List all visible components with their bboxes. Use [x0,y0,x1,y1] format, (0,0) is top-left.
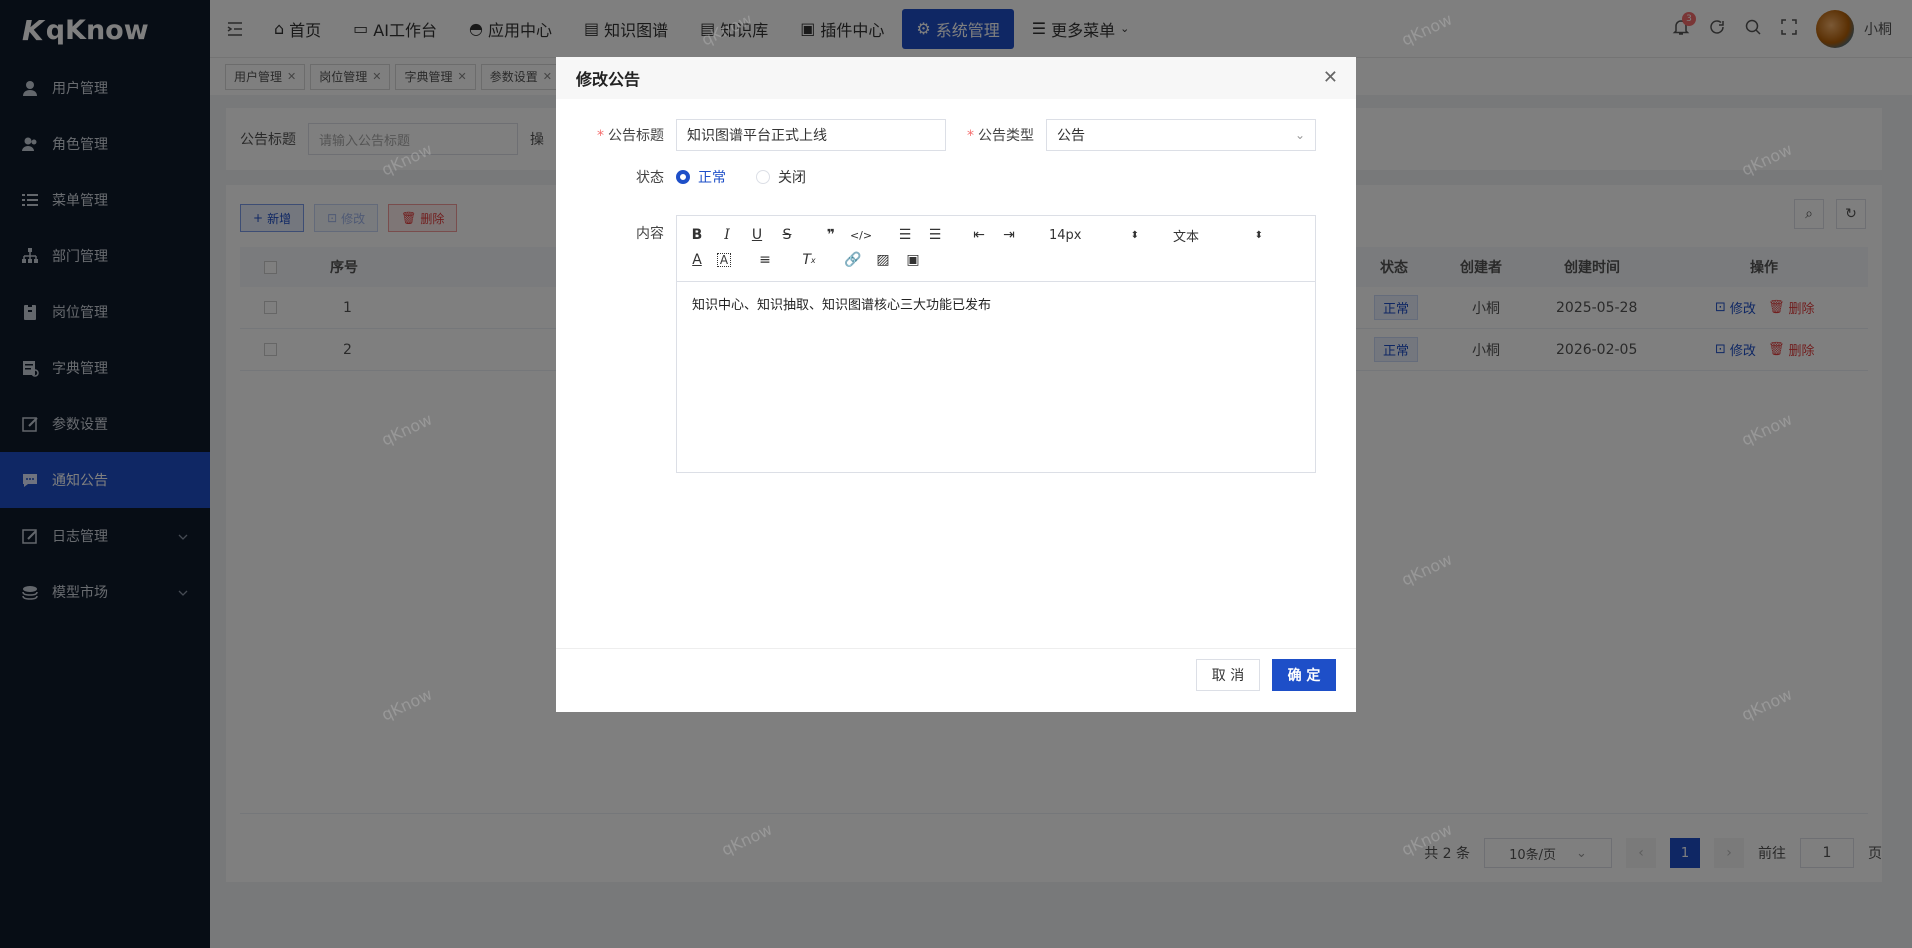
font-size-value: 14px [1049,227,1082,243]
type-select-value: 公告 [1057,128,1085,144]
dialog-footer: 取 消 确 定 [556,648,1356,712]
text-color-icon[interactable]: A [687,250,707,270]
watermark: qKnow [718,819,776,860]
close-icon[interactable]: ✕ [1323,67,1338,88]
type-label-text: 公告类型 [978,128,1034,144]
status-label: 状态 [636,170,664,186]
watermark: qKnow [1398,549,1456,590]
align-icon[interactable]: ≡ [755,250,775,270]
ordered-list-icon[interactable]: ☰ [895,225,915,245]
image-icon[interactable]: ▨ [873,250,893,270]
dialog-title: 修改公告 [576,70,641,89]
outdent-icon[interactable]: ⇤ [969,225,989,245]
watermark: qKnow [1738,409,1796,450]
watermark: qKnow [698,9,756,50]
radio-label: 正常 [698,170,726,186]
background-color-icon[interactable]: A [717,253,731,267]
block-type-select[interactable]: 文本 ⬍ [1173,226,1263,245]
editor-toolbar-row-1: B I U S ❞ </> ☰ ☰ ⇤ ⇥ 14px ⬍ 文本 ⬍ [687,225,1263,245]
editor-toolbar: B I U S ❞ </> ☰ ☰ ⇤ ⇥ 14px ⬍ 文本 ⬍ A A ≡ Tx… [677,216,1315,282]
radio-label: 关闭 [778,170,806,186]
edit-notice-dialog: 修改公告 ✕ * 公告标题 知识图谱平台正式上线 * 公告类型 公告 ⌄ 状态 正常… [556,57,1356,712]
title-label-text: 公告标题 [608,128,664,144]
clear-format-icon[interactable]: Tx [799,250,819,270]
font-size-select[interactable]: 14px ⬍ [1049,228,1139,243]
status-radio-closed[interactable]: 关闭 [756,167,806,187]
rich-text-editor: B I U S ❞ </> ☰ ☰ ⇤ ⇥ 14px ⬍ 文本 ⬍ A A ≡ Tx… [676,215,1316,473]
dialog-header: 修改公告 ✕ [556,57,1356,99]
type-label: * 公告类型 [946,125,1034,145]
strikethrough-icon[interactable]: S [777,225,797,245]
title-label: * 公告标题 [576,125,664,145]
required-mark: * [597,128,604,144]
watermark: qKnow [1398,819,1456,860]
radio-unchecked-icon [756,170,770,184]
link-icon[interactable]: 🔗 [843,250,863,270]
form-row-title: * 公告标题 知识图谱平台正式上线 [576,119,946,151]
content-label: 内容 [636,226,664,242]
form-row-content: 内容 [576,223,664,243]
type-select[interactable]: 公告 ⌄ [1046,119,1316,151]
radio-checked-icon [676,170,690,184]
sort-icon: ⬍ [1130,229,1139,241]
indent-icon[interactable]: ⇥ [999,225,1019,245]
blockquote-icon[interactable]: ❞ [821,225,841,245]
block-type-value: 文本 [1173,229,1200,245]
form-row-type: * 公告类型 公告 ⌄ [946,119,1316,151]
watermark: qKnow [378,139,436,180]
status-radio-normal[interactable]: 正常 [676,167,726,187]
sort-icon: ⬍ [1254,229,1263,241]
editor-content[interactable]: 知识中心、知识抽取、知识图谱核心三大功能已发布 [677,282,1315,325]
bold-icon[interactable]: B [687,225,707,245]
form-row-status: 状态 正常 关闭 [576,167,806,187]
underline-icon[interactable]: U [747,225,767,245]
watermark: qKnow [1398,9,1456,50]
required-mark: * [967,128,974,144]
watermark: qKnow [1738,684,1796,725]
video-icon[interactable]: ▣ [903,250,923,270]
cancel-button[interactable]: 取 消 [1196,659,1260,691]
bullet-list-icon[interactable]: ☰ [925,225,945,245]
chevron-down-icon: ⌄ [1294,128,1305,142]
watermark: qKnow [378,409,436,450]
italic-icon[interactable]: I [717,225,737,245]
editor-toolbar-row-2: A A ≡ Tx 🔗 ▨ ▣ [687,250,923,270]
confirm-button[interactable]: 确 定 [1272,659,1336,691]
title-input[interactable]: 知识图谱平台正式上线 [676,119,946,151]
code-icon[interactable]: </> [850,225,872,245]
watermark: qKnow [1738,139,1796,180]
watermark: qKnow [378,684,436,725]
